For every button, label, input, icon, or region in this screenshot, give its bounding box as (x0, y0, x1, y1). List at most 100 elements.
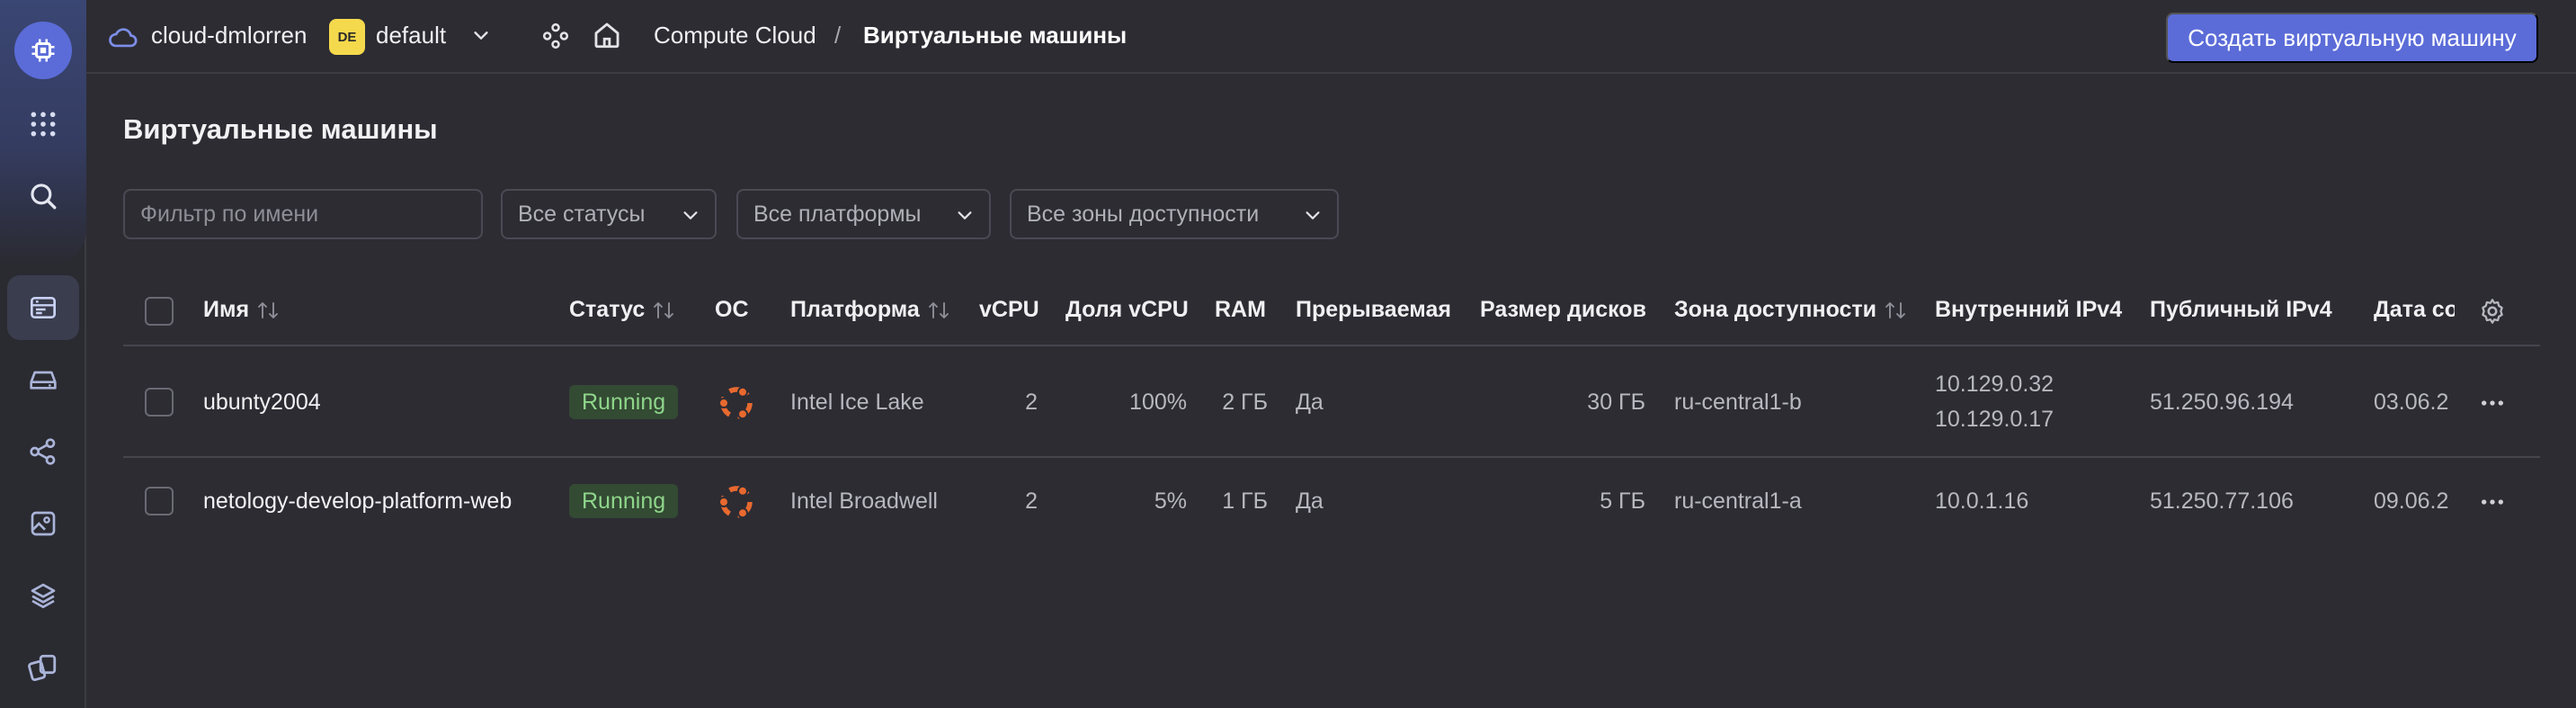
vm-platform: Intel Ice Lake (790, 390, 924, 415)
name-filter-placeholder: Фильтр по имени (140, 201, 319, 227)
logo-button[interactable] (7, 18, 79, 83)
breadcrumb-service[interactable]: Compute Cloud (654, 22, 816, 49)
sidebar-item-layers[interactable] (7, 563, 79, 628)
column-header-vcpu-share: Доля vCPU (1065, 297, 1189, 323)
gear-icon[interactable] (2478, 297, 2507, 326)
column-header-public-ip: Публичный IPv4 (2150, 297, 2332, 323)
column-status-label: Статус (569, 297, 646, 322)
layers-icon (31, 583, 56, 608)
status-badge: Running (569, 484, 679, 518)
sidebar-item-networks[interactable] (7, 419, 79, 484)
compute-icon (31, 297, 56, 318)
sort-icon (258, 301, 279, 318)
vm-ram: 1 ГБ (1222, 488, 1268, 514)
network-icon (30, 438, 56, 465)
services-icon[interactable] (541, 22, 570, 50)
vm-preemptible: Да (1296, 488, 1324, 514)
vm-preemptible: Да (1296, 390, 1324, 415)
vm-date: 09.06.2 (2374, 488, 2449, 514)
column-date-label: Дата со (2374, 297, 2455, 322)
column-header-ram: RAM (1215, 297, 1266, 323)
chevron-down-icon[interactable] (471, 25, 491, 45)
cloud-icon (109, 28, 138, 48)
row-checkbox[interactable] (145, 388, 174, 417)
vm-disk-size: 30 ГБ (1587, 390, 1645, 415)
column-header-name[interactable]: Имя (203, 297, 280, 323)
create-vm-button[interactable]: Создать виртуальную машину (2166, 13, 2538, 63)
ubuntu-icon (718, 485, 753, 519)
column-header-vcpu: vCPU (979, 297, 1039, 323)
app-root: cloud-dmlorren DE default Compute Cloud … (0, 0, 2576, 708)
column-name-label: Имя (203, 297, 250, 322)
column-header-platform[interactable]: Платформа (790, 297, 950, 323)
vm-name[interactable]: ubunty2004 (203, 390, 321, 416)
left-rail (0, 0, 86, 708)
column-disk-size-label: Размер дисков (1480, 297, 1646, 322)
folder-badge: DE (329, 19, 365, 55)
apps-grid-icon (31, 112, 56, 137)
more-actions-icon[interactable] (2478, 488, 2507, 516)
vm-ram: 2 ГБ (1222, 390, 1268, 415)
vm-internal-ip: 10.129.0.17 (1935, 407, 2055, 432)
select-all-checkbox[interactable] (145, 297, 174, 326)
name-filter-input[interactable]: Фильтр по имени (123, 189, 483, 239)
column-ram-label: RAM (1215, 297, 1266, 322)
column-header-status[interactable]: Статус (569, 297, 675, 323)
image-icon (31, 511, 56, 536)
ubuntu-icon (718, 386, 753, 420)
vm-vcpu: 2 (1025, 390, 1038, 415)
column-public-ip-label: Публичный IPv4 (2150, 297, 2332, 322)
vm-name[interactable]: netology-develop-platform-web (203, 488, 512, 515)
sidebar-item-disks[interactable] (7, 347, 79, 412)
vm-zone: ru-central1-b (1674, 390, 1802, 415)
sidebar-item-snapshots[interactable] (7, 635, 79, 700)
sidebar-item-compute[interactable] (7, 275, 79, 340)
platform-filter-value: Все платформы (753, 201, 922, 227)
logo-icon (14, 22, 72, 79)
platform-filter-select[interactable]: Все платформы (736, 189, 991, 239)
cloud-name[interactable]: cloud-dmlorren (151, 22, 307, 49)
top-header: cloud-dmlorren DE default Compute Cloud … (86, 0, 2576, 74)
search-icon (31, 184, 57, 210)
snapshot-icon (28, 654, 57, 682)
vm-public-ip: 51.250.96.194 (2150, 390, 2294, 415)
chevron-down-icon (1306, 211, 1320, 220)
column-os-label: ОС (715, 297, 749, 322)
vm-internal-ip: 10.0.1.16 (1935, 488, 2029, 514)
column-header-preemptible: Прерываемая (1296, 297, 1451, 323)
column-header-date: Дата со (2374, 297, 2455, 323)
vm-vcpu-share: 5% (1154, 488, 1187, 514)
sidebar-item-images[interactable] (7, 491, 79, 556)
status-badge: Running (569, 385, 679, 419)
column-header-disk-size: Размер дисков (1480, 297, 1646, 323)
column-vcpu-label: vCPU (979, 297, 1039, 322)
sort-icon (928, 301, 949, 318)
status-filter-value: Все статусы (518, 201, 646, 227)
search-button[interactable] (7, 164, 79, 229)
more-actions-icon[interactable] (2478, 389, 2507, 417)
status-filter-select[interactable]: Все статусы (501, 189, 717, 239)
page-title: Виртуальные машины (123, 113, 438, 145)
column-preemptible-label: Прерываемая (1296, 297, 1451, 322)
vm-internal-ip: 10.129.0.32 (1935, 372, 2055, 397)
column-zone-label: Зона доступности (1674, 297, 1877, 322)
chevron-down-icon (958, 211, 972, 220)
folder-name[interactable]: default (376, 22, 446, 49)
breadcrumb-separator: / (834, 22, 842, 49)
column-platform-label: Платформа (790, 297, 920, 322)
vm-platform: Intel Broadwell (790, 488, 938, 514)
column-header-os: ОС (715, 297, 749, 323)
table-header-divider (123, 345, 2540, 346)
zone-filter-value: Все зоны доступности (1027, 201, 1260, 227)
apps-grid-button[interactable] (7, 92, 79, 157)
disk-icon (30, 371, 57, 390)
zone-filter-select[interactable]: Все зоны доступности (1010, 189, 1339, 239)
column-header-zone[interactable]: Зона доступности (1674, 297, 1907, 323)
vm-public-ip: 51.250.77.106 (2150, 488, 2294, 514)
row-checkbox[interactable] (145, 487, 174, 515)
home-icon[interactable] (592, 20, 622, 50)
vm-vcpu: 2 (1025, 488, 1038, 514)
column-internal-ip-label: Внутренний IPv4 (1935, 297, 2123, 322)
sort-icon (1885, 301, 1905, 318)
vm-date: 03.06.2 (2374, 390, 2449, 415)
